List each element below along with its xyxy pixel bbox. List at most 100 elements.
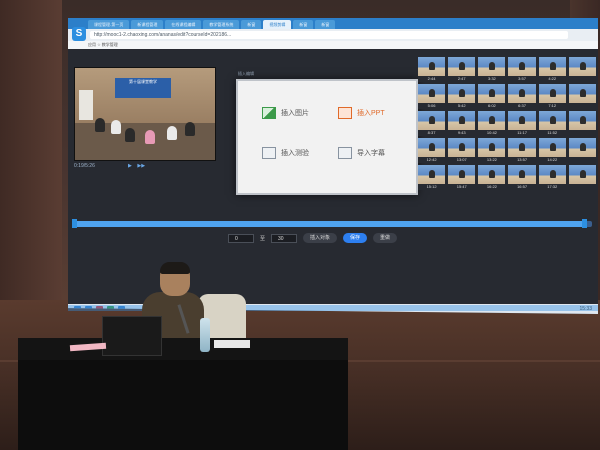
thumbnail-time: 2:44 [418, 76, 446, 82]
papers [214, 340, 250, 348]
projection-screen: 课程管理-第一页 新课程管理 在线课程编辑 教学管理系统 新窗 视频剪辑 新窗 … [68, 18, 598, 314]
start-time-field[interactable]: 0 [228, 233, 254, 243]
thumbnail-image [568, 84, 596, 103]
video-thumbnail[interactable]: 7:12 [538, 84, 566, 109]
video-thumbnail[interactable]: 2:44 [418, 57, 446, 82]
thumbnail-time [568, 184, 596, 190]
redo-button[interactable]: 重做 [373, 233, 398, 243]
thumbnail-image [478, 84, 506, 103]
save-button[interactable]: 保存 [343, 233, 368, 243]
browser-tab-active[interactable]: 视频剪辑 [263, 20, 292, 29]
insert-ppt-label: 插入PPT [357, 110, 385, 117]
import-subtitle-label: 导入字幕 [357, 150, 385, 157]
video-thumbnail[interactable]: 15:12 [418, 165, 446, 190]
student-figure [111, 120, 121, 134]
thumbnail-image [538, 165, 566, 184]
thumbnail-image [418, 138, 446, 157]
url-field[interactable]: http://mooc1-2.chaoxing.com/ananas/edit?… [90, 31, 568, 39]
thumbnail-time [568, 157, 596, 163]
browser-tab[interactable]: 课程管理-第一页 [88, 20, 130, 29]
thumbnail-time [568, 76, 596, 82]
timeline-start-handle[interactable] [72, 219, 77, 228]
browser-tab[interactable]: 新窗 [293, 20, 314, 29]
bookmarks-bar[interactable]: 应用 ☆ 教学管理 [68, 41, 598, 49]
editor-app-area: 第十届课堂教学 0:19/5:26 ▶ ▶▶ 插入编辑 插入图片 插入PPT 插… [68, 49, 598, 304]
thumbnail-time: 4:22 [538, 76, 566, 82]
thumbnail-image [508, 57, 536, 76]
thumbnail-image [448, 138, 476, 157]
import-subtitle-button[interactable]: 导入字幕 [338, 147, 385, 159]
video-thumbnail[interactable]: 13:57 [508, 138, 536, 163]
video-thumbnail[interactable]: 6:37 [508, 84, 536, 109]
video-thumbnail[interactable] [568, 57, 596, 82]
video-thumbnail[interactable]: 17:32 [538, 165, 566, 190]
dialog-title: 插入编辑 [238, 71, 254, 76]
video-thumbnail[interactable] [568, 138, 596, 163]
student-figure [125, 128, 135, 142]
next-button[interactable]: ▶▶ [137, 163, 145, 169]
thumbnail-time: 3:32 [478, 76, 506, 82]
timeline-track[interactable] [72, 219, 592, 228]
insert-object-button[interactable]: 插入对象 [303, 233, 338, 243]
video-thumbnail[interactable]: 12:42 [418, 138, 446, 163]
video-thumbnail[interactable]: 4:22 [538, 57, 566, 82]
video-thumbnail[interactable]: 5:42 [448, 84, 476, 109]
video-thumbnail[interactable]: 3:57 [508, 57, 536, 82]
video-thumbnail[interactable]: 3:32 [478, 57, 506, 82]
thumbnail-time: 7:12 [538, 103, 566, 109]
browser-tab[interactable]: 新窗 [315, 20, 336, 29]
end-time-field[interactable]: 30 [271, 233, 298, 243]
laptop [102, 316, 162, 356]
thumbnail-time: 5:42 [448, 103, 476, 109]
insert-quiz-button[interactable]: 插入测验 [262, 147, 309, 159]
video-thumbnail[interactable]: 10:42 [478, 111, 506, 136]
play-button[interactable]: ▶ [128, 163, 132, 169]
insert-image-label: 插入图片 [281, 110, 309, 117]
wall-panel-left [0, 0, 62, 300]
thumbnail-image [478, 165, 506, 184]
thumbnail-time: 16:22 [478, 184, 506, 190]
thumbnail-image [508, 138, 536, 157]
thumbnail-time [568, 130, 596, 136]
thumbnail-time: 13:22 [478, 157, 506, 163]
timeline-end-handle[interactable] [581, 219, 587, 228]
browser-tab[interactable]: 新窗 [241, 20, 262, 29]
insert-image-button[interactable]: 插入图片 [262, 107, 309, 119]
thumbnail-time: 15:12 [418, 184, 446, 190]
thumbnail-time: 6:37 [508, 103, 536, 109]
browser-tab[interactable]: 在线课程编辑 [165, 20, 202, 29]
video-thumbnail[interactable]: 16:22 [478, 165, 506, 190]
thumbnail-time: 5:06 [418, 103, 446, 109]
thumbnail-time: 10:42 [478, 130, 506, 136]
thumbnail-image [478, 138, 506, 157]
video-thumbnail[interactable]: 15:47 [448, 165, 476, 190]
video-thumbnail[interactable]: 8:37 [418, 111, 446, 136]
browser-tab[interactable]: 教学管理系统 [203, 20, 240, 29]
video-thumbnail[interactable]: 13:07 [448, 138, 476, 163]
video-thumbnail[interactable]: 16:57 [508, 165, 536, 190]
ppt-icon [338, 107, 352, 119]
video-thumbnail[interactable]: 11:52 [538, 111, 566, 136]
video-thumbnail[interactable]: 6:02 [478, 84, 506, 109]
thumbnail-image [418, 84, 446, 103]
insert-ppt-button[interactable]: 插入PPT [338, 107, 385, 119]
presenter-hair [160, 262, 190, 274]
thumbnail-time: 2:47 [448, 76, 476, 82]
video-thumbnail[interactable]: 11:17 [508, 111, 536, 136]
video-thumbnail[interactable]: 2:47 [448, 57, 476, 82]
browser-tab[interactable]: 新课程管理 [131, 20, 164, 29]
video-thumbnail[interactable] [568, 84, 596, 109]
student-figure [95, 118, 105, 132]
video-thumbnail[interactable]: 9:43 [448, 111, 476, 136]
thumbnail-image [418, 165, 446, 184]
video-thumbnail[interactable]: 13:22 [478, 138, 506, 163]
video-time: 0:19/5:26 [74, 163, 95, 169]
thumbnail-image [448, 84, 476, 103]
thumbnail-image [538, 57, 566, 76]
video-preview[interactable]: 第十届课堂教学 [74, 67, 216, 161]
video-thumbnail[interactable] [568, 165, 596, 190]
thumbnail-grid: 2:44 2:47 3:32 3:57 4:22 5:06 5:42 6:02 6:37 7:12… [418, 57, 596, 190]
video-thumbnail[interactable] [568, 111, 596, 136]
video-thumbnail[interactable]: 14:22 [538, 138, 566, 163]
video-thumbnail[interactable]: 5:06 [418, 84, 446, 109]
